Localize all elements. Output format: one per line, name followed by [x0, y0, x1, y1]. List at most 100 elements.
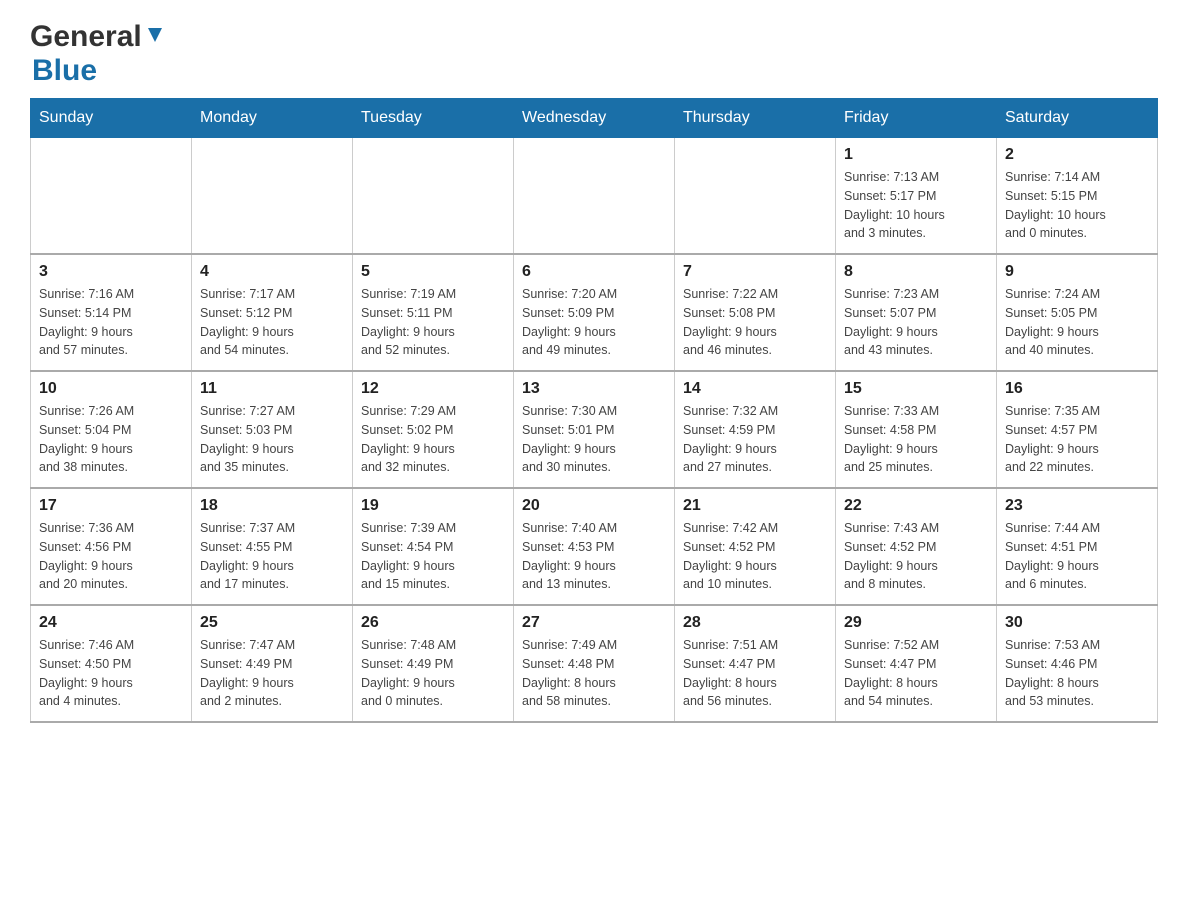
- day-number: 5: [361, 263, 505, 281]
- day-info: Sunrise: 7:19 AM Sunset: 5:11 PM Dayligh…: [361, 285, 505, 360]
- day-info: Sunrise: 7:47 AM Sunset: 4:49 PM Dayligh…: [200, 636, 344, 711]
- calendar-cell: 23 Sunrise: 7:44 AM Sunset: 4:51 PM Dayli…: [997, 488, 1158, 605]
- calendar-cell: 20 Sunrise: 7:40 AM Sunset: 4:53 PM Dayli…: [514, 488, 675, 605]
- day-number: 10: [39, 380, 183, 398]
- logo-blue-text: Blue: [32, 54, 97, 87]
- day-info: Sunrise: 7:16 AM Sunset: 5:14 PM Dayligh…: [39, 285, 183, 360]
- calendar-cell: [353, 138, 514, 255]
- day-number: 23: [1005, 497, 1149, 515]
- day-info: Sunrise: 7:35 AM Sunset: 4:57 PM Dayligh…: [1005, 402, 1149, 477]
- weekday-header-friday: Friday: [836, 99, 997, 138]
- week-row-2: 10 Sunrise: 7:26 AM Sunset: 5:04 PM Dayli…: [31, 371, 1158, 488]
- calendar-cell: 2 Sunrise: 7:14 AM Sunset: 5:15 PM Daylig…: [997, 138, 1158, 255]
- day-info: Sunrise: 7:32 AM Sunset: 4:59 PM Dayligh…: [683, 402, 827, 477]
- day-info: Sunrise: 7:30 AM Sunset: 5:01 PM Dayligh…: [522, 402, 666, 477]
- page-header: General Blue: [30, 20, 1158, 88]
- day-info: Sunrise: 7:37 AM Sunset: 4:55 PM Dayligh…: [200, 519, 344, 594]
- calendar-cell: 15Sunrise: 7:33 AM Sunset: 4:58 PM Dayli…: [836, 371, 997, 488]
- day-number: 1: [844, 146, 988, 164]
- day-info: Sunrise: 7:20 AM Sunset: 5:09 PM Dayligh…: [522, 285, 666, 360]
- day-number: 11: [200, 380, 344, 398]
- day-number: 9: [1005, 263, 1149, 281]
- calendar-cell: 10 Sunrise: 7:26 AM Sunset: 5:04 PM Dayli…: [31, 371, 192, 488]
- day-info: Sunrise: 7:36 AM Sunset: 4:56 PM Dayligh…: [39, 519, 183, 594]
- day-info: Sunrise: 7:17 AM Sunset: 5:12 PM Dayligh…: [200, 285, 344, 360]
- calendar-cell: 24Sunrise: 7:46 AM Sunset: 4:50 PM Dayli…: [31, 605, 192, 722]
- calendar-cell: 17 Sunrise: 7:36 AM Sunset: 4:56 PM Dayli…: [31, 488, 192, 605]
- calendar-cell: 5 Sunrise: 7:19 AM Sunset: 5:11 PM Daylig…: [353, 254, 514, 371]
- weekday-header-sunday: Sunday: [31, 99, 192, 138]
- day-info: Sunrise: 7:49 AM Sunset: 4:48 PM Dayligh…: [522, 636, 666, 711]
- day-info: Sunrise: 7:53 AM Sunset: 4:46 PM Dayligh…: [1005, 636, 1149, 711]
- day-info: Sunrise: 7:51 AM Sunset: 4:47 PM Dayligh…: [683, 636, 827, 711]
- day-info: Sunrise: 7:39 AM Sunset: 4:54 PM Dayligh…: [361, 519, 505, 594]
- weekday-header-wednesday: Wednesday: [514, 99, 675, 138]
- day-number: 25: [200, 614, 344, 632]
- calendar-cell: 12 Sunrise: 7:29 AM Sunset: 5:02 PM Dayli…: [353, 371, 514, 488]
- day-number: 15: [844, 380, 988, 398]
- week-row-3: 17 Sunrise: 7:36 AM Sunset: 4:56 PM Dayli…: [31, 488, 1158, 605]
- weekday-header-thursday: Thursday: [675, 99, 836, 138]
- calendar-cell: 22 Sunrise: 7:43 AM Sunset: 4:52 PM Dayli…: [836, 488, 997, 605]
- day-number: 17: [39, 497, 183, 515]
- day-info: Sunrise: 7:43 AM Sunset: 4:52 PM Dayligh…: [844, 519, 988, 594]
- day-info: Sunrise: 7:42 AM Sunset: 4:52 PM Dayligh…: [683, 519, 827, 594]
- day-number: 6: [522, 263, 666, 281]
- calendar-cell: [192, 138, 353, 255]
- calendar-cell: 25 Sunrise: 7:47 AM Sunset: 4:49 PM Dayli…: [192, 605, 353, 722]
- logo: General Blue: [30, 20, 166, 88]
- day-info: Sunrise: 7:24 AM Sunset: 5:05 PM Dayligh…: [1005, 285, 1149, 360]
- day-number: 12: [361, 380, 505, 398]
- day-number: 28: [683, 614, 827, 632]
- calendar-cell: 27 Sunrise: 7:49 AM Sunset: 4:48 PM Dayli…: [514, 605, 675, 722]
- calendar-cell: 21 Sunrise: 7:42 AM Sunset: 4:52 PM Dayli…: [675, 488, 836, 605]
- calendar-cell: [514, 138, 675, 255]
- calendar-cell: 30Sunrise: 7:53 AM Sunset: 4:46 PM Dayli…: [997, 605, 1158, 722]
- calendar-cell: [31, 138, 192, 255]
- week-row-0: 1 Sunrise: 7:13 AM Sunset: 5:17 PM Daylig…: [31, 138, 1158, 255]
- calendar-cell: 13 Sunrise: 7:30 AM Sunset: 5:01 PM Dayli…: [514, 371, 675, 488]
- day-info: Sunrise: 7:29 AM Sunset: 5:02 PM Dayligh…: [361, 402, 505, 477]
- day-number: 27: [522, 614, 666, 632]
- day-info: Sunrise: 7:26 AM Sunset: 5:04 PM Dayligh…: [39, 402, 183, 477]
- day-info: Sunrise: 7:44 AM Sunset: 4:51 PM Dayligh…: [1005, 519, 1149, 594]
- calendar-cell: 11 Sunrise: 7:27 AM Sunset: 5:03 PM Dayli…: [192, 371, 353, 488]
- calendar-cell: 19Sunrise: 7:39 AM Sunset: 4:54 PM Dayli…: [353, 488, 514, 605]
- day-number: 29: [844, 614, 988, 632]
- day-info: Sunrise: 7:13 AM Sunset: 5:17 PM Dayligh…: [844, 168, 988, 243]
- day-number: 20: [522, 497, 666, 515]
- calendar-cell: 16Sunrise: 7:35 AM Sunset: 4:57 PM Dayli…: [997, 371, 1158, 488]
- calendar-cell: 1 Sunrise: 7:13 AM Sunset: 5:17 PM Daylig…: [836, 138, 997, 255]
- day-info: Sunrise: 7:14 AM Sunset: 5:15 PM Dayligh…: [1005, 168, 1149, 243]
- day-number: 2: [1005, 146, 1149, 164]
- day-number: 7: [683, 263, 827, 281]
- day-number: 24: [39, 614, 183, 632]
- calendar-cell: 4 Sunrise: 7:17 AM Sunset: 5:12 PM Daylig…: [192, 254, 353, 371]
- weekday-header-monday: Monday: [192, 99, 353, 138]
- calendar-cell: 7Sunrise: 7:22 AM Sunset: 5:08 PM Daylig…: [675, 254, 836, 371]
- calendar-cell: 8 Sunrise: 7:23 AM Sunset: 5:07 PM Daylig…: [836, 254, 997, 371]
- calendar-cell: 28 Sunrise: 7:51 AM Sunset: 4:47 PM Dayli…: [675, 605, 836, 722]
- day-info: Sunrise: 7:27 AM Sunset: 5:03 PM Dayligh…: [200, 402, 344, 477]
- day-number: 3: [39, 263, 183, 281]
- calendar-cell: 14 Sunrise: 7:32 AM Sunset: 4:59 PM Dayli…: [675, 371, 836, 488]
- day-number: 21: [683, 497, 827, 515]
- week-row-1: 3 Sunrise: 7:16 AM Sunset: 5:14 PM Daylig…: [31, 254, 1158, 371]
- day-number: 13: [522, 380, 666, 398]
- day-number: 8: [844, 263, 988, 281]
- calendar-cell: 3 Sunrise: 7:16 AM Sunset: 5:14 PM Daylig…: [31, 254, 192, 371]
- day-info: Sunrise: 7:23 AM Sunset: 5:07 PM Dayligh…: [844, 285, 988, 360]
- day-number: 14: [683, 380, 827, 398]
- weekday-header-row: SundayMondayTuesdayWednesdayThursdayFrid…: [31, 99, 1158, 138]
- day-number: 18: [200, 497, 344, 515]
- calendar-cell: 29 Sunrise: 7:52 AM Sunset: 4:47 PM Dayli…: [836, 605, 997, 722]
- day-number: 22: [844, 497, 988, 515]
- calendar-cell: 9 Sunrise: 7:24 AM Sunset: 5:05 PM Daylig…: [997, 254, 1158, 371]
- calendar-table: SundayMondayTuesdayWednesdayThursdayFrid…: [30, 98, 1158, 723]
- day-info: Sunrise: 7:40 AM Sunset: 4:53 PM Dayligh…: [522, 519, 666, 594]
- calendar-cell: 6 Sunrise: 7:20 AM Sunset: 5:09 PM Daylig…: [514, 254, 675, 371]
- weekday-header-saturday: Saturday: [997, 99, 1158, 138]
- day-info: Sunrise: 7:52 AM Sunset: 4:47 PM Dayligh…: [844, 636, 988, 711]
- weekday-header-tuesday: Tuesday: [353, 99, 514, 138]
- day-number: 4: [200, 263, 344, 281]
